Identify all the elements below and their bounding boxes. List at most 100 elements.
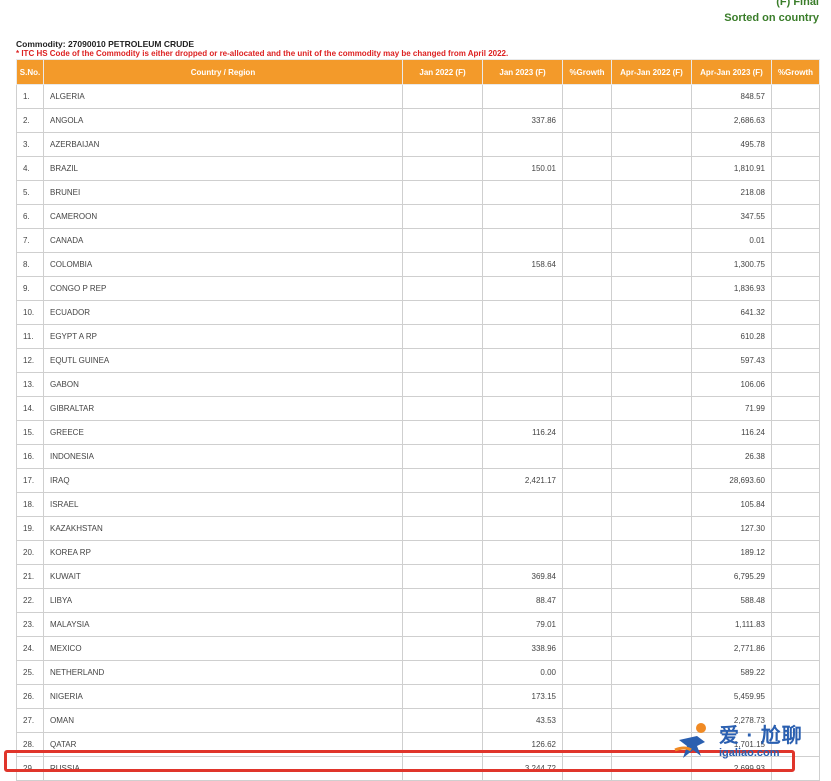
cell-jan-2023 (482, 228, 563, 253)
cell-sno: 19. (16, 516, 44, 541)
table-row: 21. KUWAIT 369.84 6,795.29 (16, 564, 820, 589)
cell-jan-2023 (482, 444, 563, 469)
table-row: 26. NIGERIA 173.15 5,459.95 (16, 684, 820, 709)
table-row: 15. GREECE 116.24 116.24 (16, 420, 820, 445)
cell-jan-2023: 0.00 (482, 660, 563, 685)
cell-growth-cumulative (771, 684, 820, 709)
cell-growth-cumulative (771, 300, 820, 325)
cell-sno: 17. (16, 468, 44, 493)
cell-jan-2023 (482, 372, 563, 397)
cell-country: MALAYSIA (43, 612, 403, 637)
cell-jan-2022 (402, 156, 483, 181)
cell-growth-month (562, 156, 612, 181)
col-header-growth-cumulative[interactable]: %Growth (771, 59, 820, 85)
cell-growth-month (562, 324, 612, 349)
cell-jan-2023: 43.53 (482, 708, 563, 733)
cell-jan-2022 (402, 276, 483, 301)
cell-growth-cumulative (771, 468, 820, 493)
cell-jan-2022 (402, 132, 483, 157)
cell-growth-cumulative (771, 588, 820, 613)
cell-sno: 18. (16, 492, 44, 517)
cell-growth-month (562, 348, 612, 373)
table-row: 10. ECUADOR 641.32 (16, 300, 820, 325)
cell-apr-jan-2023: 641.32 (691, 300, 772, 325)
cell-country: EQUTL GUINEA (43, 348, 403, 373)
col-header-sno[interactable]: S.No. (16, 59, 44, 85)
cell-growth-cumulative (771, 348, 820, 373)
cell-apr-jan-2023: 495.78 (691, 132, 772, 157)
cell-apr-jan-2023: 848.57 (691, 84, 772, 109)
cell-country: CONGO P REP (43, 276, 403, 301)
cell-apr-jan-2022 (611, 684, 692, 709)
table-row: 16. INDONESIA 26.38 (16, 444, 820, 469)
cell-growth-cumulative (771, 228, 820, 253)
cell-jan-2022 (402, 636, 483, 661)
cell-apr-jan-2022 (611, 516, 692, 541)
cell-sno: 8. (16, 252, 44, 277)
table-row: 24. MEXICO 338.96 2,771.86 (16, 636, 820, 661)
table-row: 14. GIBRALTAR 71.99 (16, 396, 820, 421)
table-row: 25. NETHERLAND 0.00 589.22 (16, 660, 820, 685)
table-row: 2. ANGOLA 337.86 2,686.63 (16, 108, 820, 133)
cell-jan-2022 (402, 708, 483, 733)
cell-growth-month (562, 564, 612, 589)
cell-apr-jan-2022 (611, 276, 692, 301)
col-header-country[interactable]: Country / Region (43, 59, 403, 85)
cell-country: ALGERIA (43, 84, 403, 109)
cell-jan-2022 (402, 516, 483, 541)
cell-growth-month (562, 708, 612, 733)
col-header-growth-month[interactable]: %Growth (562, 59, 612, 85)
cell-apr-jan-2022 (611, 324, 692, 349)
cell-apr-jan-2023: 1,810.91 (691, 156, 772, 181)
col-header-jan-2023[interactable]: Jan 2023 (F) (482, 59, 563, 85)
table-row: 3. AZERBAIJAN 495.78 (16, 132, 820, 157)
cell-growth-month (562, 300, 612, 325)
cell-jan-2023: 158.64 (482, 252, 563, 277)
cell-jan-2023 (482, 84, 563, 109)
cell-growth-cumulative (771, 180, 820, 205)
col-header-apr-jan-2022[interactable]: Apr-Jan 2022 (F) (611, 59, 692, 85)
sorted-label: Sorted on country (724, 12, 819, 24)
cell-apr-jan-2023: 127.30 (691, 516, 772, 541)
cell-sno: 21. (16, 564, 44, 589)
cell-apr-jan-2023: 6,795.29 (691, 564, 772, 589)
cell-sno: 13. (16, 372, 44, 397)
cell-jan-2022 (402, 300, 483, 325)
cell-jan-2022 (402, 588, 483, 613)
col-header-jan-2022[interactable]: Jan 2022 (F) (402, 59, 483, 85)
cell-jan-2022 (402, 564, 483, 589)
cell-country: ANGOLA (43, 108, 403, 133)
table-row: 1. ALGERIA 848.57 (16, 84, 820, 109)
cell-growth-month (562, 132, 612, 157)
cell-jan-2022 (402, 468, 483, 493)
cell-apr-jan-2023: 1,300.75 (691, 252, 772, 277)
cell-sno: 5. (16, 180, 44, 205)
cell-growth-cumulative (771, 372, 820, 397)
cell-growth-month (562, 492, 612, 517)
col-header-apr-jan-2023[interactable]: Apr-Jan 2023 (F) (691, 59, 772, 85)
cell-country: BRAZIL (43, 156, 403, 181)
cell-apr-jan-2022 (611, 252, 692, 277)
cell-jan-2023: 116.24 (482, 420, 563, 445)
table-row: 9. CONGO P REP 1,836.93 (16, 276, 820, 301)
table-row: 12. EQUTL GUINEA 597.43 (16, 348, 820, 373)
cell-jan-2023: 88.47 (482, 588, 563, 613)
cell-jan-2022 (402, 204, 483, 229)
table-row: 13. GABON 106.06 (16, 372, 820, 397)
cell-apr-jan-2022 (611, 660, 692, 685)
cell-apr-jan-2023: 588.48 (691, 588, 772, 613)
cell-apr-jan-2023: 106.06 (691, 372, 772, 397)
cell-apr-jan-2023: 1,111.83 (691, 612, 772, 637)
cell-country: ISRAEL (43, 492, 403, 517)
cell-growth-month (562, 396, 612, 421)
cell-apr-jan-2023: 1,836.93 (691, 276, 772, 301)
cell-apr-jan-2022 (611, 420, 692, 445)
table-row: 7. CANADA 0.01 (16, 228, 820, 253)
cell-country: MEXICO (43, 636, 403, 661)
cell-jan-2023 (482, 492, 563, 517)
cell-growth-cumulative (771, 660, 820, 685)
cell-growth-cumulative (771, 108, 820, 133)
watermark-url: igaliao.com (719, 747, 780, 759)
cell-sno: 26. (16, 684, 44, 709)
cell-growth-month (562, 612, 612, 637)
